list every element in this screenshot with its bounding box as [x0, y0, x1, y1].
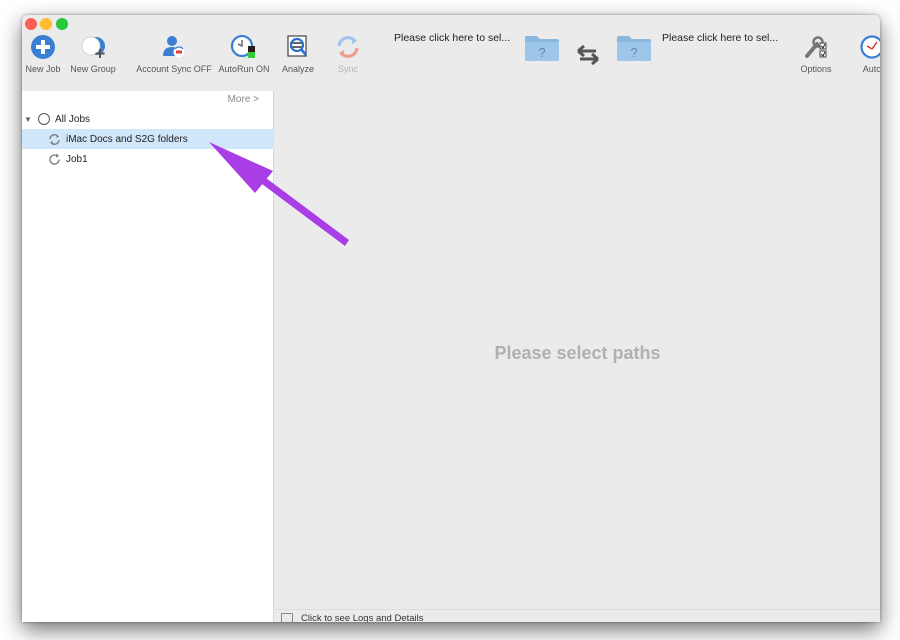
logs-link[interactable]: Click to see Logs and Details: [301, 613, 424, 622]
log-document-icon: [281, 613, 293, 622]
right-folder-icon[interactable]: ?: [616, 34, 652, 62]
tree-item-job1[interactable]: Job1: [22, 149, 274, 169]
logs-bar[interactable]: Click to see Logs and Details: [275, 609, 880, 622]
account-sync-button[interactable]: Account Sync OFF: [132, 33, 216, 74]
autorun-clock-icon: [230, 33, 258, 61]
left-path-label[interactable]: Please click here to sel...: [394, 32, 510, 44]
tree-item-label: iMac Docs and S2G folders: [66, 133, 188, 145]
auto-clock-icon: [858, 33, 880, 61]
options-button[interactable]: Options: [796, 33, 836, 74]
app-window: New Job New Group Account Sync OFF AutoR…: [22, 15, 880, 622]
tree-item-label: Job1: [66, 153, 88, 165]
refresh-job-icon: [48, 153, 61, 166]
plus-circle-icon: [29, 33, 57, 61]
new-job-button[interactable]: New Job: [22, 33, 64, 74]
tree-item-label: All Jobs: [55, 113, 91, 125]
swap-arrows-icon[interactable]: [576, 44, 600, 66]
toolbar: New Job New Group Account Sync OFF AutoR…: [22, 15, 880, 91]
new-group-button[interactable]: New Group: [68, 33, 118, 74]
sync-icon: [334, 33, 362, 61]
svg-text:?: ?: [630, 45, 637, 60]
left-folder-icon[interactable]: ?: [524, 34, 560, 62]
analyze-icon: [284, 33, 312, 61]
sync-job-icon: [48, 133, 61, 146]
sync-button[interactable]: Sync: [328, 33, 368, 74]
right-path-label[interactable]: Please click here to sel...: [662, 32, 778, 44]
main-panel: Please select paths Click to see Logs an…: [275, 91, 880, 622]
more-link[interactable]: More >: [228, 94, 259, 105]
options-wrench-icon: [802, 33, 830, 61]
disclosure-triangle-icon[interactable]: ▼: [24, 115, 34, 124]
select-paths-placeholder: Please select paths: [494, 343, 661, 363]
tree-item-imac-docs[interactable]: iMac Docs and S2G folders: [22, 129, 274, 149]
job-sidebar: More > ▼ All Jobs iMac Docs and S2G fold…: [22, 91, 274, 622]
svg-text:?: ?: [538, 45, 545, 60]
analyze-button[interactable]: Analyze: [278, 33, 318, 74]
account-sync-icon: [160, 33, 188, 61]
autorun-button[interactable]: AutoRun ON: [216, 33, 272, 74]
new-group-icon: [79, 33, 107, 61]
auto-button[interactable]: Auto: [852, 33, 880, 74]
radio-circle-icon: [38, 113, 50, 125]
tree-item-all-jobs[interactable]: ▼ All Jobs: [22, 109, 274, 129]
